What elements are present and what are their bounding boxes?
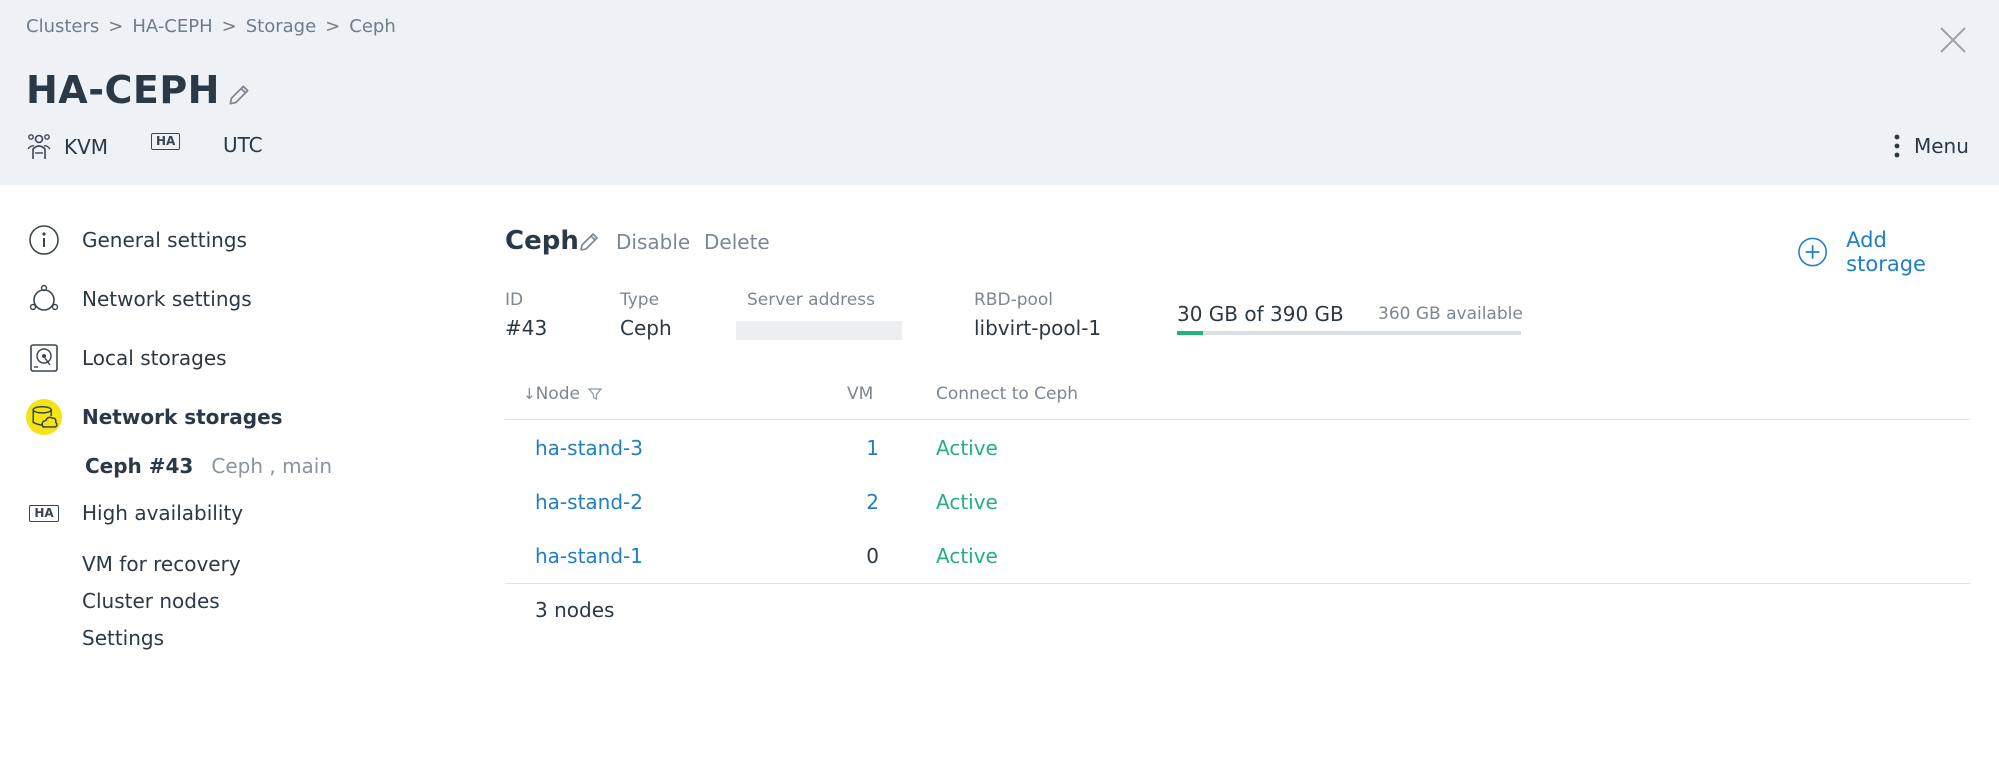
storage-title: Ceph (505, 226, 579, 256)
sidebar-item-high-availability[interactable]: HA High availability (26, 495, 243, 531)
usage-text: 30 GB of 390 GB (1177, 302, 1344, 326)
breadcrumb-separator: > (221, 16, 237, 37)
node-link[interactable]: ha-stand-3 (535, 436, 643, 460)
sidebar-item-general-settings[interactable]: General settings (26, 222, 247, 258)
id-label: ID (505, 290, 524, 310)
breadcrumb-storage[interactable]: Storage (246, 16, 316, 37)
network-storage-icon (26, 399, 62, 435)
sidebar-item-label: Network storages (82, 405, 283, 429)
info-icon (26, 222, 62, 258)
rbd-pool-label: RBD-pool (974, 290, 1054, 310)
sub-item-name: Ceph #43 (85, 454, 194, 478)
connect-status: Active (936, 490, 998, 514)
server-address-label: Server address (747, 290, 875, 310)
sidebar-subitem-ceph-43[interactable]: Ceph #43 Ceph , main (85, 454, 332, 478)
sort-arrow-icon: ↓ (523, 385, 536, 403)
sidebar-subitem-cluster-nodes[interactable]: Cluster nodes (82, 589, 220, 613)
add-storage-label: Add storage (1846, 228, 1926, 276)
ha-badge-icon: HA (151, 133, 181, 150)
available-text: 360 GB available (1378, 304, 1523, 324)
sub-item-detail: Ceph , main (211, 454, 333, 478)
breadcrumb-clusters[interactable]: Clusters (26, 16, 99, 37)
usage-progress-bar (1177, 331, 1521, 335)
network-icon (26, 281, 62, 317)
menu-button[interactable]: Menu (1890, 133, 1969, 159)
ha-icon-label: HA (29, 504, 59, 522)
column-header-vm: VM (847, 384, 874, 404)
virtualization-type: KVM (26, 133, 108, 161)
close-icon[interactable] (1938, 25, 1968, 55)
table-footer-divider (505, 583, 1970, 584)
breadcrumb-ha-ceph[interactable]: HA-CEPH (132, 16, 212, 37)
connect-status: Active (936, 436, 998, 460)
column-node-label: Node (535, 384, 580, 404)
table-footer-count: 3 nodes (535, 598, 615, 622)
sidebar-subitem-vm-for-recovery[interactable]: VM for recovery (82, 552, 241, 576)
vm-count-link[interactable]: 1 (866, 436, 879, 460)
pencil-icon[interactable] (577, 230, 601, 254)
server-address-masked-value (736, 321, 902, 340)
sidebar-item-network-storages[interactable]: Network storages (26, 399, 283, 435)
menu-label: Menu (1914, 134, 1969, 158)
sidebar-item-network-settings[interactable]: Network settings (26, 281, 252, 317)
node-link[interactable]: ha-stand-1 (535, 544, 643, 568)
page-title: HA-CEPH (26, 68, 220, 112)
pencil-icon[interactable] (226, 82, 252, 108)
column-header-connect: Connect to Ceph (936, 384, 1079, 404)
node-link[interactable]: ha-stand-2 (535, 490, 643, 514)
virtualization-label: KVM (64, 135, 109, 159)
filter-icon[interactable] (587, 387, 602, 401)
table-header-divider (505, 419, 1970, 420)
type-value: Ceph (620, 316, 672, 340)
vm-count: 0 (866, 544, 879, 568)
sidebar-subitem-settings[interactable]: Settings (82, 626, 164, 650)
breadcrumb-separator: > (108, 16, 124, 37)
kvm-icon (27, 134, 51, 159)
sidebar-item-local-storages[interactable]: Local storages (26, 340, 227, 376)
connect-status: Active (936, 544, 998, 568)
breadcrumb: Clusters > HA-CEPH > Storage > Ceph (26, 16, 396, 37)
sidebar-item-label: General settings (82, 228, 247, 252)
rbd-pool-value: libvirt-pool-1 (974, 316, 1102, 340)
delete-button[interactable]: Delete (704, 230, 770, 254)
add-storage-button[interactable]: Add storage (1797, 228, 1970, 276)
breadcrumb-ceph: Ceph (349, 16, 396, 37)
ha-badge: HA (151, 133, 181, 150)
breadcrumb-separator: > (325, 16, 341, 37)
more-vertical-icon (1894, 134, 1900, 158)
page-header: Clusters > HA-CEPH > Storage > Ceph HA-CEPH KV… (0, 0, 1999, 185)
ha-icon: HA (26, 495, 62, 531)
sidebar-item-label: Local storages (82, 346, 227, 370)
id-value: #43 (505, 316, 548, 340)
plus-circle-icon (1798, 237, 1828, 267)
usage-progress-fill (1177, 331, 1204, 335)
disable-button[interactable]: Disable (616, 230, 690, 254)
sidebar-item-label: Network settings (82, 287, 252, 311)
sidebar-item-label: High availability (82, 501, 244, 525)
local-storage-icon (26, 340, 62, 376)
vm-count-link[interactable]: 2 (866, 490, 879, 514)
type-label: Type (620, 290, 660, 310)
timezone: UTC (223, 133, 263, 157)
column-header-node[interactable]: ↓ Node (523, 384, 602, 404)
